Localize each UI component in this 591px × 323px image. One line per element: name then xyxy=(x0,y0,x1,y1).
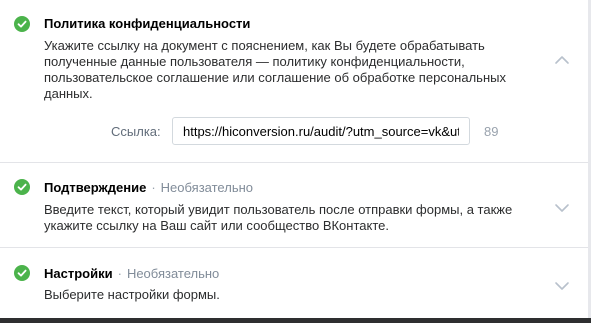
section-title: Политика конфиденциальности xyxy=(44,16,251,31)
chevron-down-icon[interactable] xyxy=(554,278,570,296)
section-settings[interactable]: Настройки · Необязательно Выберите настрой… xyxy=(0,248,588,318)
section-header[interactable]: Политика конфиденциальности xyxy=(44,16,250,32)
checkmark-icon xyxy=(14,265,30,281)
chevron-up-icon[interactable] xyxy=(554,52,570,70)
link-char-counter: 89 xyxy=(484,124,499,139)
section-title: Подтверждение xyxy=(44,180,147,195)
separator-dot: · xyxy=(117,266,122,281)
section-header[interactable]: Подтверждение · Необязательно xyxy=(44,180,253,196)
privacy-link-input[interactable] xyxy=(172,117,470,145)
bottom-edge xyxy=(0,318,591,323)
chevron-down-icon[interactable] xyxy=(554,200,570,218)
section-description: Укажите ссылку на документ с пояснением,… xyxy=(44,38,506,101)
checkmark-icon xyxy=(14,16,30,32)
optional-label: Необязательно xyxy=(126,266,220,281)
checkmark-icon xyxy=(14,179,30,195)
section-title: Настройки xyxy=(44,266,113,281)
section-privacy-policy: Политика конфиденциальности Укажите ссыл… xyxy=(0,0,588,163)
separator-dot: · xyxy=(151,180,156,195)
section-confirmation[interactable]: Подтверждение · Необязательно Введите текс… xyxy=(0,163,588,248)
section-header[interactable]: Настройки · Необязательно xyxy=(44,266,219,282)
section-description: Введите текст, который увидит пользовате… xyxy=(44,202,513,233)
link-label: Ссылка: xyxy=(111,124,161,139)
section-description: Выберите настройки формы. xyxy=(44,287,220,302)
optional-label: Необязательно xyxy=(160,180,253,195)
